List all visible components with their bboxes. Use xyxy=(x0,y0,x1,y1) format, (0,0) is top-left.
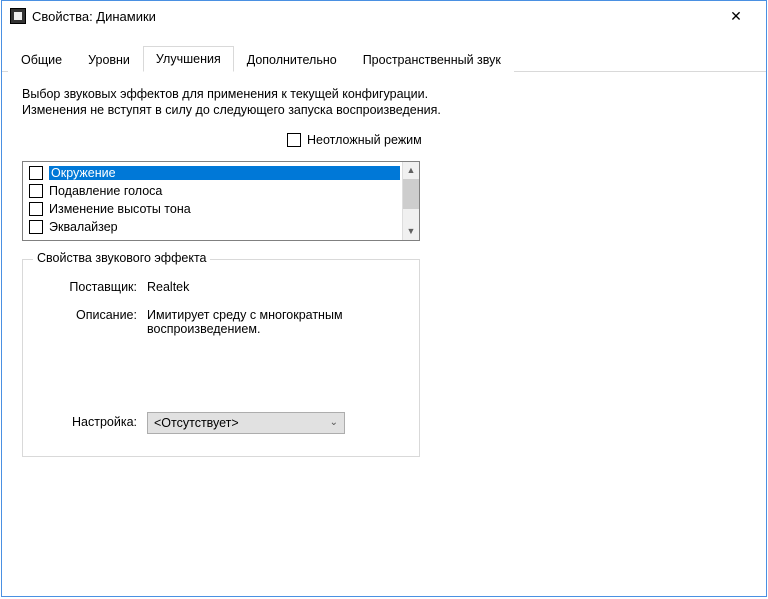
scroll-down-button[interactable]: ▼ xyxy=(403,223,419,240)
chevron-down-icon: ▼ xyxy=(407,226,416,236)
titlebar: Свойства: Динамики ✕ xyxy=(2,1,766,31)
setting-combobox[interactable]: <Отсутствует> ⌄ xyxy=(147,412,345,434)
tab-enhancements[interactable]: Улучшения xyxy=(143,46,234,72)
close-icon: ✕ xyxy=(730,8,742,25)
scroll-thumb[interactable] xyxy=(403,179,419,209)
scroll-track[interactable] xyxy=(403,209,419,223)
immediate-mode-row: Неотложный режим xyxy=(287,133,746,147)
effect-item-equalizer[interactable]: Эквалайзер xyxy=(25,218,400,236)
effect-item-environment[interactable]: Окружение xyxy=(25,164,400,182)
effect-label: Эквалайзер xyxy=(49,220,400,234)
instruction-text: Выбор звуковых эффектов для применения к… xyxy=(22,86,442,119)
effect-item-voice-suppress[interactable]: Подавление голоса xyxy=(25,182,400,200)
tab-levels[interactable]: Уровни xyxy=(75,47,143,72)
effects-scrollbar[interactable]: ▲ ▼ xyxy=(402,162,419,240)
tabs-bar: Общие Уровни Улучшения Дополнительно Про… xyxy=(2,45,766,72)
effects-list: Окружение Подавление голоса Изменение вы… xyxy=(23,162,402,240)
effects-listbox[interactable]: Окружение Подавление голоса Изменение вы… xyxy=(22,161,420,241)
vendor-value: Realtek xyxy=(147,280,405,294)
description-value: Имитирует среду с многократным воспроизв… xyxy=(147,308,405,336)
tab-content: Выбор звуковых эффектов для применения к… xyxy=(2,72,766,471)
tab-general[interactable]: Общие xyxy=(8,47,75,72)
vendor-row: Поставщик: Realtek xyxy=(37,280,405,294)
setting-row: Настройка: <Отсутствует> ⌄ xyxy=(37,412,405,434)
effect-checkbox[interactable] xyxy=(29,166,43,180)
description-label: Описание: xyxy=(37,308,147,322)
effect-properties-group: Свойства звукового эффекта Поставщик: Re… xyxy=(22,259,420,457)
effect-label: Подавление голоса xyxy=(49,184,400,198)
effect-checkbox[interactable] xyxy=(29,202,43,216)
window: Свойства: Динамики ✕ Общие Уровни Улучше… xyxy=(1,0,767,597)
immediate-mode-checkbox[interactable] xyxy=(287,133,301,147)
immediate-mode-label: Неотложный режим xyxy=(307,133,422,147)
setting-value-cell: <Отсутствует> ⌄ xyxy=(147,412,405,434)
tab-spatial[interactable]: Пространственный звук xyxy=(350,47,514,72)
effect-label: Окружение xyxy=(49,166,400,180)
close-button[interactable]: ✕ xyxy=(714,1,758,31)
setting-label: Настройка: xyxy=(37,412,147,429)
spacer xyxy=(37,336,405,406)
vendor-label: Поставщик: xyxy=(37,280,147,294)
group-title: Свойства звукового эффекта xyxy=(33,251,210,265)
effect-item-pitch-shift[interactable]: Изменение высоты тона xyxy=(25,200,400,218)
description-row: Описание: Имитирует среду с многократным… xyxy=(37,308,405,336)
setting-selected-text: <Отсутствует> xyxy=(154,416,239,430)
chevron-down-icon: ⌄ xyxy=(330,417,338,428)
effect-checkbox[interactable] xyxy=(29,184,43,198)
scroll-up-button[interactable]: ▲ xyxy=(403,162,419,179)
effect-checkbox[interactable] xyxy=(29,220,43,234)
chevron-up-icon: ▲ xyxy=(407,165,416,175)
speaker-app-icon xyxy=(10,8,26,24)
effect-label: Изменение высоты тона xyxy=(49,202,400,216)
tab-advanced[interactable]: Дополнительно xyxy=(234,47,350,72)
window-title: Свойства: Динамики xyxy=(32,9,714,24)
